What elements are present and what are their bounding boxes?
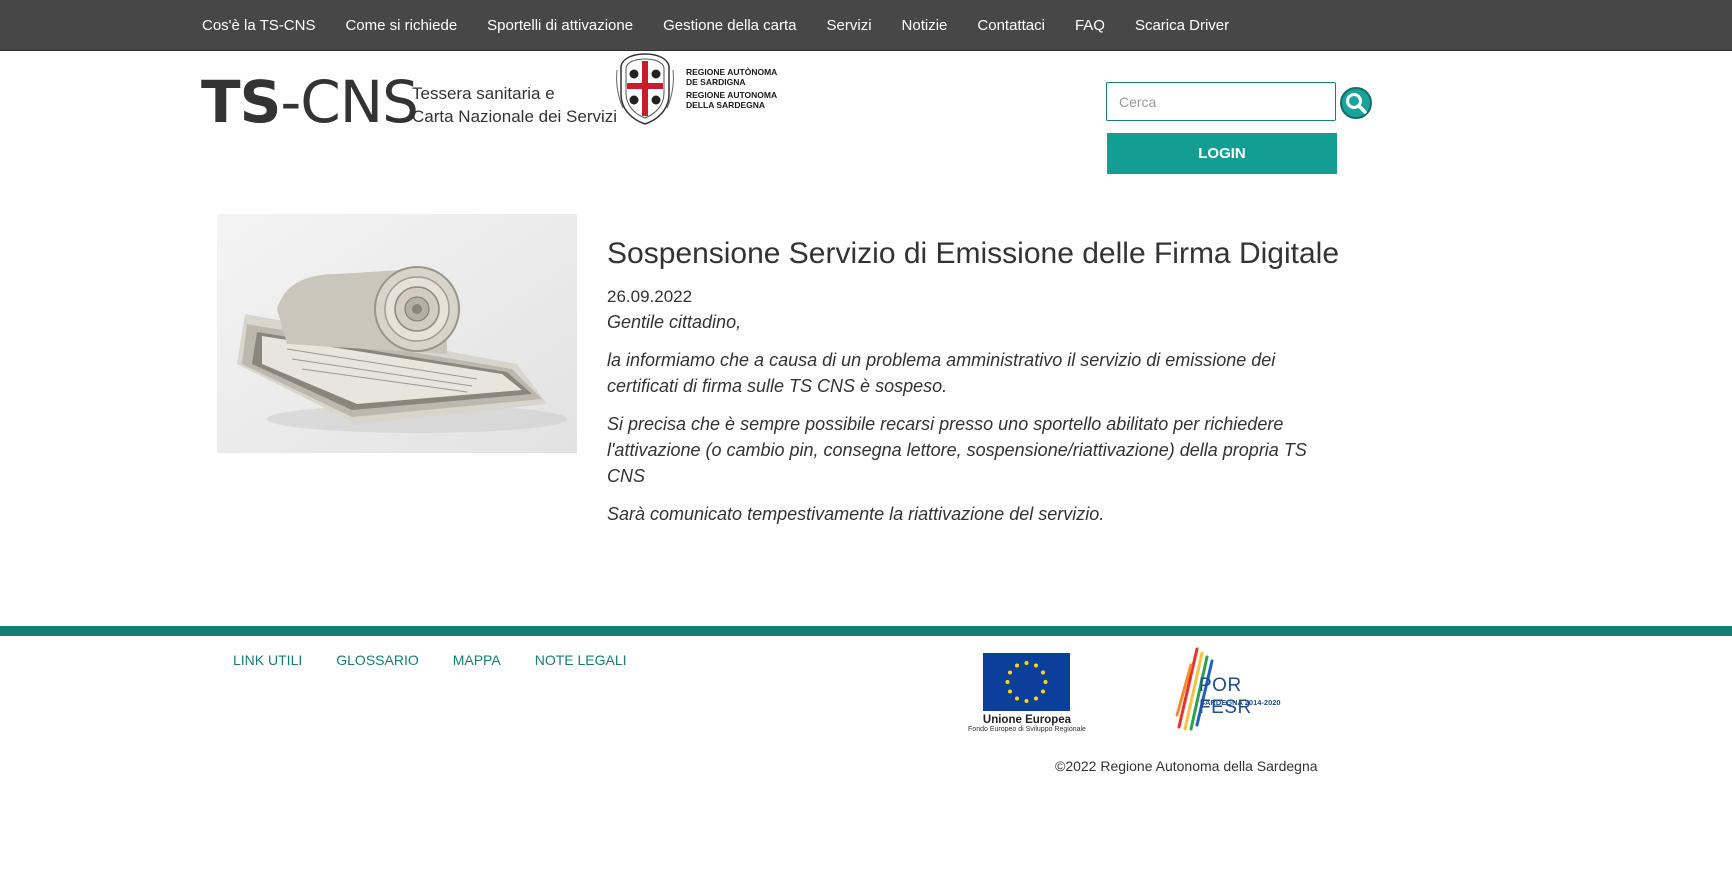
article-content: Sospensione Servizio di Emissione delle … — [607, 237, 1347, 539]
eu-logo: Unione Europea Fondo Europeo di Sviluppo… — [966, 653, 1088, 733]
logo-subtitle-line1: Tessera sanitaria e — [412, 84, 555, 103]
region-line-3: Regione Autonoma — [686, 90, 778, 100]
article-date: 26.09.2022 — [607, 287, 693, 306]
region-line-2: de Sardigna — [686, 77, 746, 87]
footer-links: LINK UTILI GLOSSARIO MAPPA NOTE LEGALI — [233, 652, 661, 668]
site-logo[interactable]: TS-CNS — [201, 68, 419, 136]
logo-bold: TS — [201, 68, 281, 136]
article-title: Sospensione Servizio di Emissione delle … — [607, 237, 1339, 270]
eu-subcaption: Fondo Europeo di Sviluppo Regionale — [968, 726, 1086, 733]
por-fesr-logo: POR FESR SARDEGNA 2014-2020 — [1169, 645, 1289, 735]
top-navigation: Cos'è la TS-CNS Come si richiede Sportel… — [0, 0, 1732, 51]
nav-item-gestione-carta[interactable]: Gestione della carta — [663, 17, 796, 34]
footer-link-utili[interactable]: LINK UTILI — [233, 652, 302, 668]
region-line-1: Regione Autònoma — [686, 67, 778, 77]
nav-item-come-si-richiede[interactable]: Come si richiede — [345, 17, 457, 34]
article-greeting: Gentile cittadino, — [607, 312, 742, 332]
footer-divider — [0, 626, 1732, 636]
article-paragraph-3: Sarà comunicato tempestivamente la riatt… — [607, 504, 1105, 524]
eu-stars-icon — [1005, 661, 1048, 703]
footer-link-mappa[interactable]: MAPPA — [453, 652, 501, 668]
footer-link-note-legali[interactable]: NOTE LEGALI — [535, 652, 627, 668]
region-name: Regione Autònoma de Sardigna Regione Aut… — [686, 67, 777, 110]
nav-item-faq[interactable]: FAQ — [1075, 17, 1105, 34]
logo-rest: -CNS — [280, 68, 419, 136]
region-line-4: della Sardegna — [686, 100, 766, 110]
nav-item-notizie[interactable]: Notizie — [902, 17, 948, 34]
nav-item-servizi[interactable]: Servizi — [827, 17, 872, 34]
nav-item-cos-e[interactable]: Cos'è la TS-CNS — [202, 17, 315, 34]
article-paragraph-1: la informiamo che a causa di un problema… — [607, 350, 1276, 396]
newspaper-illustration — [217, 214, 577, 453]
logo-subtitle-line2: Carta Nazionale dei Servizi — [412, 107, 618, 126]
eu-caption: Unione Europea — [982, 714, 1072, 726]
nav-item-sportelli[interactable]: Sportelli di attivazione — [487, 17, 633, 34]
search-icon — [1346, 93, 1367, 114]
search-button[interactable] — [1340, 87, 1372, 119]
sardinia-crest-icon — [616, 53, 674, 125]
nav-item-scarica-driver[interactable]: Scarica Driver — [1135, 17, 1229, 34]
nav-item-contattaci[interactable]: Contattaci — [977, 17, 1045, 34]
search-input[interactable] — [1106, 82, 1336, 121]
article-image-newspaper — [217, 214, 577, 453]
por-fesr-title: POR FESR — [1199, 675, 1252, 718]
copyright-text: ©2022 Regione Autonoma della Sardegna — [1055, 758, 1318, 774]
footer-link-glossario[interactable]: GLOSSARIO — [336, 652, 418, 668]
logo-subtitle: Tessera sanitaria e Carta Nazionale dei … — [412, 82, 617, 128]
login-button[interactable]: LOGIN — [1107, 133, 1337, 174]
article-paragraph-2: Si precisa che è sempre possibile recars… — [607, 414, 1307, 486]
eu-flag-icon — [983, 653, 1070, 711]
top-nav-list: Cos'è la TS-CNS Come si richiede Sportel… — [202, 0, 1259, 51]
por-fesr-subtitle: SARDEGNA 2014-2020 — [1200, 698, 1281, 707]
